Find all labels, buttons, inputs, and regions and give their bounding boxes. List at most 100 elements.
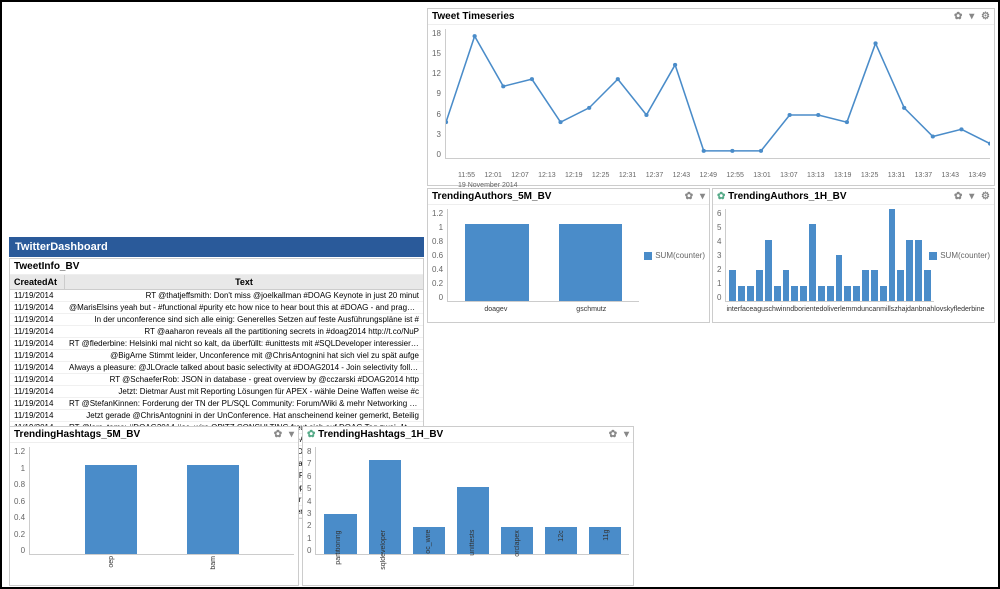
x-label: 12c	[558, 530, 565, 570]
dashboard-title: TwitterDashboard	[9, 237, 424, 257]
dropdown-icon[interactable]: ▾	[289, 429, 294, 440]
chart-body: 1.210.80.60.40.20 oepbam	[10, 443, 298, 583]
table-row[interactable]: 11/19/2014@MarisElsins yeah but - #funct…	[10, 302, 423, 314]
bar[interactable]	[783, 270, 790, 301]
table-row[interactable]: 11/19/2014RT @SchaeferRob: JSON in datab…	[10, 374, 423, 386]
col-header-text[interactable]: Text	[65, 275, 423, 289]
legend-color	[929, 252, 937, 260]
table-row[interactable]: 11/19/2014Jetzt: Dietmar Aust mit Report…	[10, 386, 423, 398]
cell-date: 11/19/2014	[10, 314, 65, 325]
bar[interactable]	[747, 286, 754, 301]
cell-date: 11/19/2014	[10, 338, 65, 349]
bar[interactable]	[809, 224, 816, 301]
bar[interactable]	[187, 465, 239, 554]
bar[interactable]	[897, 270, 904, 301]
panel-title: TrendingHashtags_1H_BV	[318, 429, 443, 440]
table-row[interactable]: 11/19/2014In der unconference sind sich …	[10, 314, 423, 326]
x-label: bnahlovsky	[919, 306, 954, 313]
gear-icon[interactable]: ✿	[685, 191, 693, 202]
x-label: bam	[210, 556, 217, 570]
bar[interactable]	[765, 240, 772, 301]
panel-hashtags5m: TrendingHashtags_5M_BV ✿ ▾ 1.210.80.60.4…	[9, 426, 299, 586]
x-label: partitioning	[335, 530, 342, 570]
cell-text: In der unconference sind sich alle einig…	[65, 314, 423, 325]
bar[interactable]	[738, 286, 745, 301]
table-row[interactable]: 11/19/2014Always a pleasure: @JLOracle t…	[10, 362, 423, 374]
cell-text: Always a pleasure: @JLOracle talked abou…	[65, 362, 423, 373]
table-row[interactable]: 11/19/2014@BigArne Stimmt leider, Unconf…	[10, 350, 423, 362]
x-tick: 12:37	[646, 172, 664, 179]
dropdown-icon[interactable]: ▾	[969, 11, 974, 22]
panel-title: TrendingHashtags_5M_BV	[14, 429, 140, 440]
bar[interactable]	[889, 209, 896, 301]
panel-authors5m: TrendingAuthors_5M_BV ✿ ▾ 1.210.80.60.40…	[427, 188, 710, 323]
bar[interactable]	[756, 270, 763, 301]
gear-icon[interactable]: ✿	[954, 11, 962, 22]
gear-icon[interactable]: ✿	[609, 429, 617, 440]
dropdown-icon[interactable]: ▾	[700, 191, 705, 202]
bar[interactable]	[880, 286, 887, 301]
x-tick: 11:55	[458, 172, 475, 179]
panel-controls[interactable]: ✿ ▾ ⚙	[950, 11, 990, 22]
x-tick: 12:19	[565, 172, 583, 179]
y-axis: 1.210.80.60.40.20	[432, 209, 443, 302]
x-tick: 13:13	[807, 172, 825, 179]
bar[interactable]	[774, 286, 781, 301]
cell-date: 11/19/2014	[10, 290, 65, 301]
panel-authors1h: ✿ TrendingAuthors_1H_BV ✿ ▾ ⚙ 6543210 in…	[712, 188, 995, 323]
x-tick: 13:31	[888, 172, 906, 179]
table-row[interactable]: 11/19/2014RT @StefanKinnen: Forderung de…	[10, 398, 423, 410]
settings-icon[interactable]: ⚙	[981, 11, 990, 22]
x-tick: 13:01	[753, 172, 771, 179]
dropdown-icon[interactable]: ▾	[624, 429, 629, 440]
panel-controls[interactable]: ✿ ▾	[270, 429, 294, 440]
table-row[interactable]: 11/19/2014Jetzt gerade @ChrisAntognini i…	[10, 410, 423, 422]
bar[interactable]	[729, 270, 736, 301]
table-row[interactable]: 11/19/2014RT @flederbine: Helsinki mal n…	[10, 338, 423, 350]
bar[interactable]	[915, 240, 922, 301]
cell-text: RT @StefanKinnen: Forderung der TN der P…	[65, 398, 423, 409]
gear-icon[interactable]: ✿	[274, 429, 282, 440]
bar[interactable]	[559, 224, 622, 301]
bar[interactable]	[791, 286, 798, 301]
x-tick: 13:07	[780, 172, 798, 179]
settings-icon[interactable]: ⚙	[981, 191, 990, 202]
bar[interactable]	[924, 270, 931, 301]
cell-date: 11/19/2014	[10, 350, 65, 361]
bar[interactable]	[800, 286, 807, 301]
bar[interactable]	[871, 270, 878, 301]
bar[interactable]	[836, 255, 843, 301]
bar[interactable]	[827, 286, 834, 301]
panel-controls[interactable]: ✿ ▾	[605, 429, 629, 440]
col-header-date[interactable]: CreatedAt	[10, 275, 65, 289]
bar[interactable]	[818, 286, 825, 301]
panel-controls[interactable]: ✿ ▾ ⚙	[950, 191, 990, 202]
bar[interactable]	[853, 286, 860, 301]
gear-icon[interactable]: ✿	[307, 429, 315, 440]
panel-header-timeseries: Tweet Timeseries ✿ ▾ ⚙	[428, 9, 994, 25]
panel-controls[interactable]: ✿ ▾	[681, 191, 705, 202]
table-row[interactable]: 11/19/2014RT @thatjeffsmith: Don't miss …	[10, 290, 423, 302]
y-axis: 876543210	[307, 447, 311, 555]
plot-area	[445, 29, 990, 159]
bar[interactable]	[85, 465, 137, 554]
y-axis: 6543210	[717, 209, 721, 302]
x-label: dboriented	[790, 306, 823, 313]
cell-date: 11/19/2014	[10, 362, 65, 373]
gear-icon[interactable]: ✿	[954, 191, 962, 202]
plot-area: partitioningsqldeveloperoc_wireunittests…	[315, 447, 629, 555]
bar[interactable]	[906, 240, 913, 301]
cell-date: 11/19/2014	[10, 374, 65, 385]
x-tick: 13:25	[861, 172, 879, 179]
cell-text: @MarisElsins yeah but - #functional #pur…	[65, 302, 423, 313]
x-label: oliverlemm	[823, 306, 857, 313]
bar[interactable]	[465, 224, 528, 301]
bar[interactable]	[844, 286, 851, 301]
x-tick: 12:43	[673, 172, 691, 179]
table-row[interactable]: 11/19/2014RT @aaharon reveals all the pa…	[10, 326, 423, 338]
cell-text: Jetzt: Dietmar Aust mit Reporting Lösung…	[65, 386, 423, 397]
gear-icon[interactable]: ✿	[717, 191, 725, 202]
x-label: orclapex	[514, 530, 521, 570]
dropdown-icon[interactable]: ▾	[969, 191, 974, 202]
bar[interactable]	[862, 270, 869, 301]
